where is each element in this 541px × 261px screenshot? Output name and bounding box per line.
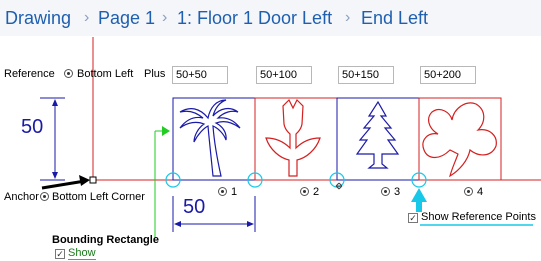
bounding-show-checkbox[interactable]: ✓ <box>55 249 65 259</box>
shape-option-2-radio[interactable] <box>300 187 309 196</box>
pine-tree-shape[interactable] <box>355 100 400 169</box>
shape-option-4-radio[interactable] <box>464 187 473 196</box>
dim-arrow-up-icon <box>52 99 58 106</box>
dim-arrow-left-icon <box>174 221 181 227</box>
clover-shape[interactable] <box>422 102 497 178</box>
shape-option-2-label[interactable]: 2 <box>313 186 319 198</box>
reference-bottom-left-label[interactable]: Bottom Left <box>77 68 133 80</box>
plus-field-4[interactable]: 50+200 <box>420 66 476 84</box>
black-anchor-arrowhead-icon <box>79 175 90 186</box>
plus-label: Plus <box>144 68 166 80</box>
dimension-vertical-label: 50 <box>21 116 44 138</box>
shape-option-4-label[interactable]: 4 <box>477 186 483 198</box>
dim-arrow-right-icon <box>247 221 254 227</box>
cyan-up-arrow-icon <box>411 188 427 212</box>
plus-field-1[interactable]: 50+50 <box>172 66 228 84</box>
plus-field-3[interactable]: 50+150 <box>338 66 394 84</box>
shape-option-3-label[interactable]: 3 <box>394 186 400 198</box>
shape-option-1-label[interactable]: 1 <box>231 186 237 198</box>
move-cursor-icon <box>335 182 343 190</box>
bounding-show-label[interactable]: Show <box>68 247 96 260</box>
anchor-bottom-left-corner-label[interactable]: Bottom Left Corner <box>52 191 145 203</box>
plus-field-2[interactable]: 50+100 <box>256 66 312 84</box>
dimension-horizontal-label: 50 <box>183 196 206 218</box>
anchor-label: Anchor <box>4 191 39 203</box>
bounding-rectangle-title: Bounding Rectangle <box>52 234 159 246</box>
reference-label: Reference <box>4 68 55 80</box>
show-reference-points-checkbox[interactable]: ✓ <box>408 213 418 223</box>
dim-arrow-down-icon <box>52 172 58 179</box>
anchor-marker[interactable] <box>89 176 97 184</box>
shape-option-3-radio[interactable] <box>381 187 390 196</box>
anchor-bottom-left-corner-radio[interactable] <box>40 192 49 201</box>
palm-tree-shape[interactable] <box>179 99 241 177</box>
green-arrow-icon <box>162 126 170 136</box>
shape-option-1-radio[interactable] <box>218 187 227 196</box>
reference-bottom-left-radio[interactable] <box>64 69 73 78</box>
black-anchor-arrow-icon <box>41 179 86 190</box>
show-reference-points-label[interactable]: Show Reference Points <box>421 211 536 223</box>
tulip-shape[interactable] <box>265 98 321 177</box>
